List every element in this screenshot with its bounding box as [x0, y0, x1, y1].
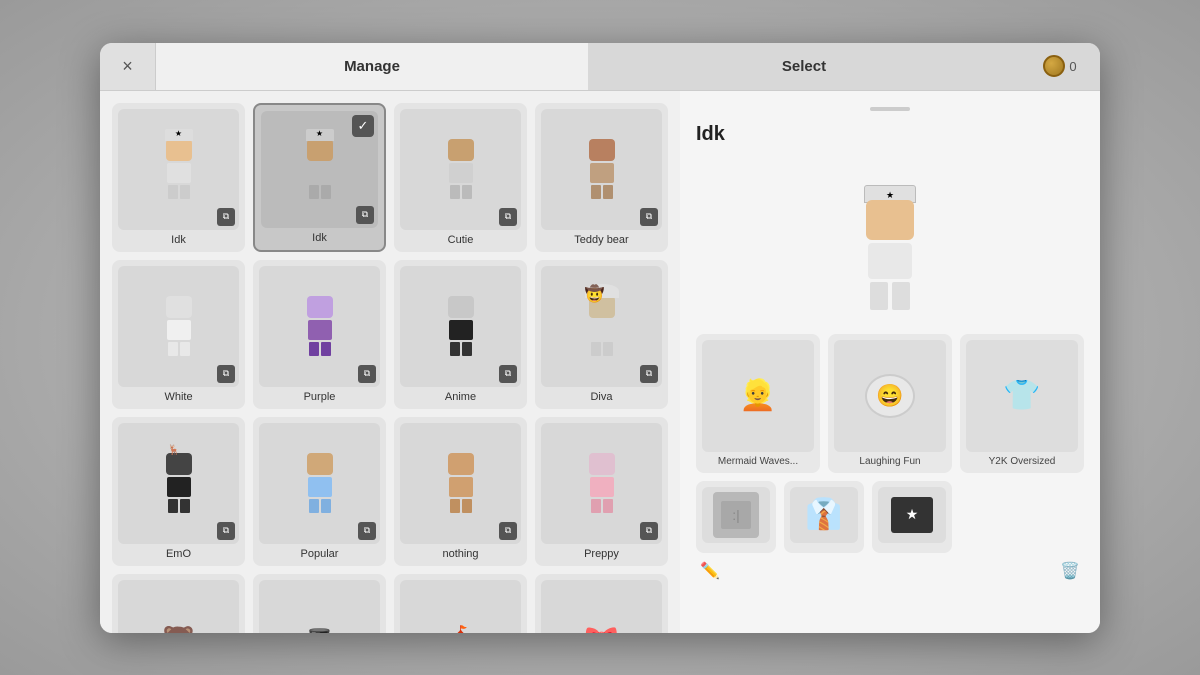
copy-icon-2[interactable]: ⧉ [356, 206, 374, 224]
copy-icon-purple[interactable]: ⧉ [358, 365, 376, 383]
item-name-y2k: Y2K Oversized [989, 456, 1056, 467]
panel-title: Idk [696, 123, 1084, 146]
avatar-name-diva: Diva [541, 391, 662, 403]
tab-manage[interactable]: Manage [156, 43, 588, 90]
avatar-card-anime[interactable]: ⧉ Anime [394, 260, 527, 409]
avatar-name-white: White [118, 391, 239, 403]
avatar-name-preppy: Preppy [541, 548, 662, 560]
avatar-card-purple[interactable]: ⧉ Purple [253, 260, 386, 409]
avatar-card-white[interactable]: ⧉ White [112, 260, 245, 409]
main-window: × Manage Select 0 ★ [100, 43, 1100, 633]
avatar-card-r2[interactable]: 🎩 [253, 574, 386, 633]
avatar-name-purple: Purple [259, 391, 380, 403]
avatar-name-anime: Anime [400, 391, 521, 403]
avatar-img-r1: 🐻 [118, 580, 239, 633]
item-card-laughing[interactable]: 😄 Laughing Fun [828, 334, 952, 473]
item-img-mermaid: 👱 [702, 340, 814, 452]
avatar-img-teddy: ⧉ [541, 109, 662, 230]
avatar-img-nothing: ⧉ [400, 423, 521, 544]
avatar-img-r2: 🎩 [259, 580, 380, 633]
avatar-img-idk2: ★ ✓ ⧉ [261, 111, 378, 228]
avatar-img-popular: ⧉ [259, 423, 380, 544]
avatar-img-purple: ⧉ [259, 266, 380, 387]
avatar-card-diva[interactable]: 🤠 ⧉ Diva [535, 260, 668, 409]
avatar-card-r4[interactable]: 🎀 [535, 574, 668, 633]
avatar-name-cutie: Cutie [400, 234, 521, 246]
avatar-card-r1[interactable]: 🐻 [112, 574, 245, 633]
coin-icon [1043, 55, 1065, 77]
avatar-card-r3[interactable]: 🎪 [394, 574, 527, 633]
avatar-card-preppy[interactable]: ⧉ Preppy [535, 417, 668, 566]
avatar-img-preppy: ⧉ [541, 423, 662, 544]
item-card-hat-star[interactable]: ★ [872, 481, 952, 553]
avatar-name-idk2: Idk [261, 232, 378, 244]
left-panel: ★ ⧉ Idk ★ [100, 91, 680, 633]
avatar-img-r3: 🎪 [400, 580, 521, 633]
avatar-name-idk1: Idk [118, 234, 239, 246]
coins-badge: 0 [1020, 43, 1100, 90]
edit-icon[interactable]: ✏️ [700, 561, 720, 581]
copy-icon-preppy[interactable]: ⧉ [640, 522, 658, 540]
avatar-card-nothing[interactable]: ⧉ nothing [394, 417, 527, 566]
copy-icon-teddy[interactable]: ⧉ [640, 208, 658, 226]
avatars-grid: ★ ⧉ Idk ★ [112, 103, 668, 633]
copy-icon-nothing[interactable]: ⧉ [499, 522, 517, 540]
avatar-card-idk1[interactable]: ★ ⧉ Idk [112, 103, 245, 252]
copy-icon-anime[interactable]: ⧉ [499, 365, 517, 383]
avatar-img-white: ⧉ [118, 266, 239, 387]
avatar-name-popular: Popular [259, 548, 380, 560]
avatar-img-idk1: ★ ⧉ [118, 109, 239, 230]
tab-select[interactable]: Select [588, 43, 1020, 90]
copy-icon-popular[interactable]: ⧉ [358, 522, 376, 540]
item-img-laughing: 😄 [834, 340, 946, 452]
item-img-shirt: 👔 [790, 487, 858, 543]
avatar-img-emo: 🦌 ⧉ [118, 423, 239, 544]
avatar-card-idk2[interactable]: ★ ✓ ⧉ Idk [253, 103, 386, 252]
checkmark-icon: ✓ [352, 115, 374, 137]
avatar-name-teddy: Teddy bear [541, 234, 662, 246]
item-card-shirt[interactable]: 👔 [784, 481, 864, 553]
item-card-y2k[interactable]: 👕 Y2K Oversized [960, 334, 1084, 473]
title-bar: × Manage Select 0 [100, 43, 1100, 91]
items-section: 👱 Mermaid Waves... 😄 Laughing Fun 👕 [696, 334, 1084, 617]
item-card-gray-face[interactable]: :| [696, 481, 776, 553]
avatar-card-popular[interactable]: ⧉ Popular [253, 417, 386, 566]
item-name-mermaid: Mermaid Waves... [718, 456, 798, 467]
copy-icon-diva[interactable]: ⧉ [640, 365, 658, 383]
item-img-hat-star: ★ [878, 487, 946, 543]
avatar-preview: ★ [696, 158, 1084, 318]
copy-icon[interactable]: ⧉ [217, 208, 235, 226]
avatar-img-r4: 🎀 [541, 580, 662, 633]
item-card-mermaid[interactable]: 👱 Mermaid Waves... [696, 334, 820, 473]
content-area: ★ ⧉ Idk ★ [100, 91, 1100, 633]
avatar-card-cutie[interactable]: ⧉ Cutie [394, 103, 527, 252]
avatar-img-diva: 🤠 ⧉ [541, 266, 662, 387]
item-img-gray-face: :| [702, 487, 770, 543]
items-grid: 👱 Mermaid Waves... 😄 Laughing Fun 👕 [696, 334, 1084, 473]
avatar-card-teddy[interactable]: ⧉ Teddy bear [535, 103, 668, 252]
avatar-name-nothing: nothing [400, 548, 521, 560]
drag-handle [870, 107, 910, 111]
copy-icon-emo[interactable]: ⧉ [217, 522, 235, 540]
copy-icon-cutie[interactable]: ⧉ [499, 208, 517, 226]
avatar-name-emo: EmO [118, 548, 239, 560]
avatar-img-cutie: ⧉ [400, 109, 521, 230]
close-button[interactable]: × [100, 43, 156, 90]
item-img-y2k: 👕 [966, 340, 1078, 452]
right-panel: Idk ★ 👱 [680, 91, 1100, 633]
item-name-laughing: Laughing Fun [859, 456, 920, 467]
delete-icon[interactable]: 🗑️ [1060, 561, 1080, 581]
avatar-img-anime: ⧉ [400, 266, 521, 387]
avatar-card-emo[interactable]: 🦌 ⧉ EmO [112, 417, 245, 566]
copy-icon-white[interactable]: ⧉ [217, 365, 235, 383]
